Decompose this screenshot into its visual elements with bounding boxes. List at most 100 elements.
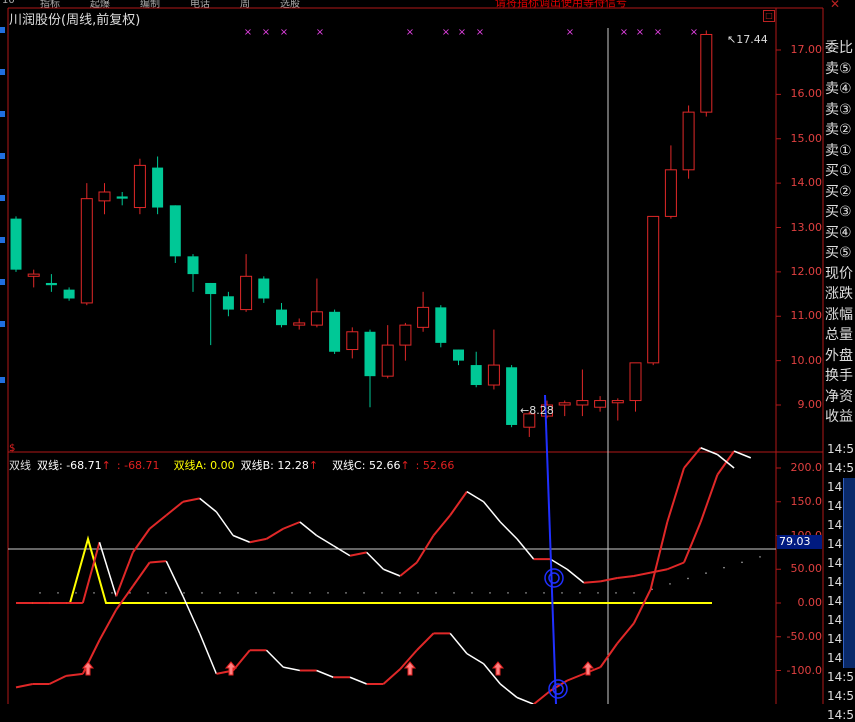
candle xyxy=(558,400,571,417)
quote-field-label: 涨跌 xyxy=(825,286,853,302)
series-line-c xyxy=(449,491,468,516)
arrow-shape xyxy=(491,661,505,676)
buy-arrow-icon xyxy=(224,661,238,676)
dotted-series-point xyxy=(453,592,455,594)
chart-canvas[interactable]: × × × × × × × × × × × × × xyxy=(0,0,855,704)
series-line-main xyxy=(466,652,484,665)
trade-time: 14:5 xyxy=(827,689,854,703)
dotted-series-point xyxy=(381,592,383,594)
y-tick-label: 15.00 xyxy=(790,131,823,145)
candle xyxy=(80,183,93,306)
dotted-series-point xyxy=(705,572,707,574)
series-line-c xyxy=(215,511,234,536)
y-tick-label: 10.00 xyxy=(790,353,823,367)
dotted-series-point xyxy=(723,566,725,569)
series-line-main xyxy=(683,447,702,469)
candle-body xyxy=(647,215,660,364)
series-line-main xyxy=(15,683,33,689)
dotted-series-point xyxy=(363,592,365,594)
series-line-c xyxy=(499,521,518,540)
indicator-name[interactable]: 双线 xyxy=(9,459,31,472)
candle-body xyxy=(63,289,75,299)
series-line-c xyxy=(148,514,167,530)
candle xyxy=(381,325,394,379)
dotted-series-point xyxy=(597,592,599,594)
dotted-series-point xyxy=(471,592,473,594)
dotted-series-point xyxy=(183,592,185,594)
series-line-main xyxy=(182,595,201,634)
series-line-main xyxy=(349,676,367,685)
candle xyxy=(63,287,75,301)
signal-mark: × xyxy=(476,27,484,38)
series-line-c xyxy=(249,537,267,544)
restore-icon[interactable]: □ xyxy=(763,10,775,22)
candle xyxy=(453,349,464,366)
quote-field-label: 卖② xyxy=(825,122,852,138)
arrow-shape xyxy=(224,661,238,676)
series-line-main xyxy=(165,560,184,597)
candle xyxy=(258,276,270,303)
series-line-main xyxy=(499,683,518,699)
candle-body xyxy=(470,365,482,386)
dotted-series-point xyxy=(543,592,545,594)
dotted-series-point xyxy=(561,592,563,594)
candle-body xyxy=(293,322,306,326)
signal-mark: × xyxy=(690,27,698,38)
series-line-c xyxy=(232,534,251,543)
signal-mark: × xyxy=(262,27,270,38)
candle-body xyxy=(98,191,111,202)
high-price-label: ↖17.44 xyxy=(727,33,768,46)
series-line-main xyxy=(416,632,435,651)
series-line-c xyxy=(550,558,568,570)
series-line-c xyxy=(716,450,735,476)
candle-body xyxy=(133,164,146,209)
dotted-series-point xyxy=(615,592,617,594)
series-line-c xyxy=(316,534,334,547)
candle xyxy=(487,329,500,390)
dotted-series-point xyxy=(327,592,329,594)
dotted-series-point xyxy=(255,592,257,594)
series-line-main xyxy=(649,521,669,590)
candle-body xyxy=(276,309,287,326)
signal-mark: × xyxy=(316,27,324,38)
quote-field-label: 卖③ xyxy=(825,101,852,118)
candle-body xyxy=(187,256,199,275)
candle xyxy=(27,269,40,288)
signal-mark: × xyxy=(458,27,466,38)
quote-field-label: 换手 xyxy=(825,368,853,384)
dollar-icon[interactable]: $ xyxy=(9,443,15,454)
y-tick-label: 50.00 xyxy=(790,562,823,576)
dotted-series-point xyxy=(507,592,509,594)
candle-body xyxy=(629,362,642,402)
crosshair-value-label: 79.03 xyxy=(777,535,822,549)
series-line-main xyxy=(599,642,619,668)
high-price-value: 17.44 xyxy=(736,33,768,46)
series-line-c xyxy=(383,568,401,577)
candle xyxy=(205,282,217,346)
candle xyxy=(682,105,695,179)
dotted-series-point xyxy=(57,592,59,594)
signal-mark: × xyxy=(636,27,644,38)
candle xyxy=(98,183,111,215)
series-line-main xyxy=(265,649,284,668)
up-arrow-icon: ↑ xyxy=(400,459,410,472)
candle-body xyxy=(116,196,128,199)
candle-body xyxy=(222,296,234,310)
candle-body xyxy=(346,331,359,351)
candle-body xyxy=(417,306,430,328)
candle xyxy=(435,305,447,348)
y-tick-label: 11.00 xyxy=(790,309,823,323)
candle xyxy=(629,362,642,412)
candle-body xyxy=(381,344,394,377)
series-line-c xyxy=(466,490,484,503)
dotted-series-point xyxy=(345,592,347,594)
chart-title: 川润股份(周线,前复权) xyxy=(9,13,141,28)
side-scrollbar[interactable] xyxy=(843,478,855,668)
series-line-main xyxy=(65,672,83,677)
series-line-c xyxy=(633,571,651,577)
candle xyxy=(240,254,253,312)
y-tick-label: 12.00 xyxy=(790,264,823,278)
signal-mark: × xyxy=(442,27,450,38)
series-line-c xyxy=(282,521,301,530)
candle-body xyxy=(611,400,624,404)
